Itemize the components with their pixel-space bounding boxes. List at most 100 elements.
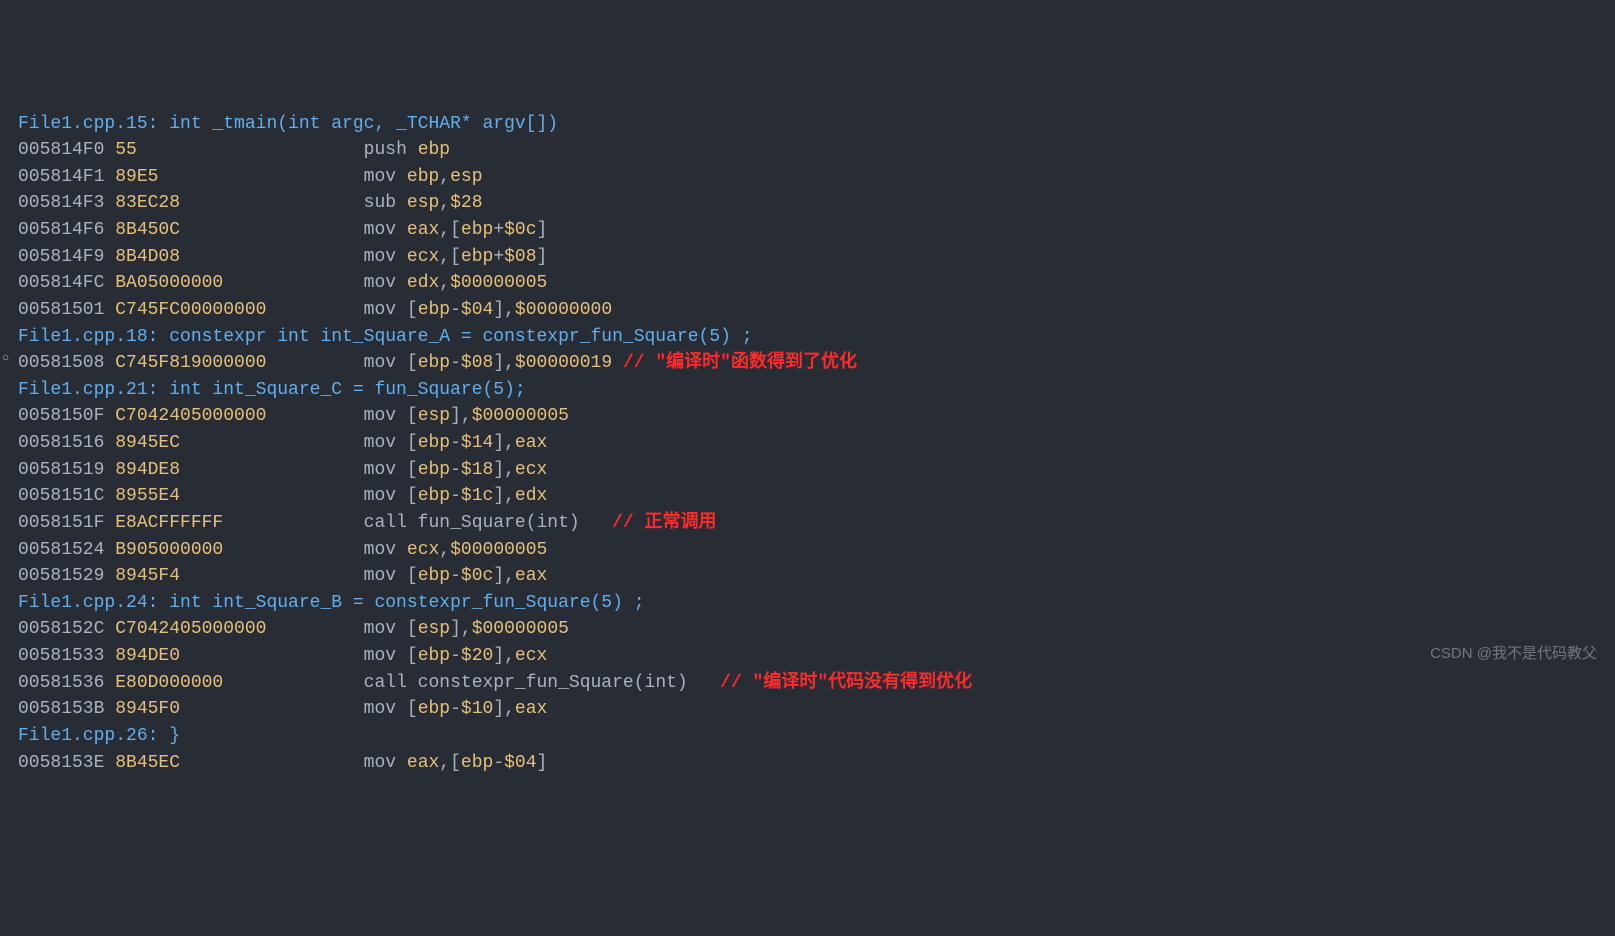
asm-line[interactable]: 00581533 894DE0 mov [ebp-$20],ecx [18,643,1615,670]
address: 00581524 [18,540,115,560]
asm-line[interactable]: 0058152C C7042405000000 mov [esp],$00000… [18,616,1615,643]
address: 00581519 [18,460,115,480]
hex-bytes: E8ACFFFFFF [115,513,363,533]
literal: $00000005 [450,273,547,293]
address: 005814F0 [18,140,115,160]
register: ebp [407,167,439,187]
asm-line[interactable]: 0058150F C7042405000000 mov [esp],$00000… [18,403,1615,430]
mnemonic: ,[ [439,220,461,240]
breakpoint-indicator-icon[interactable]: ○ [2,350,9,368]
asm-line[interactable]: 005814F1 89E5 mov ebp,esp [18,164,1615,191]
mnemonic: call constexpr_fun_Square(int) [364,673,688,693]
register: ecx [515,646,547,666]
source-text: File1.cpp.24: int int_Square_B = constex… [18,593,645,613]
asm-line[interactable]: 0058151F E8ACFFFFFF call fun_Square(int)… [18,510,1615,537]
asm-line[interactable]: 005814F3 83EC28 sub esp,$28 [18,190,1615,217]
mnemonic: ], [493,433,515,453]
literal: $04 [504,753,536,773]
asm-line[interactable]: 005814F0 55 push ebp [18,137,1615,164]
watermark-label: CSDN @我不是代码教父 [1430,643,1597,665]
hex-bytes: 8945F0 [115,699,363,719]
mnemonic: mov [364,220,407,240]
register: ebp [418,433,450,453]
mnemonic: - [493,753,504,773]
mnemonic: ], [493,646,515,666]
mnemonic: - [450,646,461,666]
address: 0058153B [18,699,115,719]
annotation-comment: // 正常调用 [580,513,717,533]
hex-bytes: C7042405000000 [115,619,363,639]
source-line[interactable]: File1.cpp.26: } [18,723,1615,750]
source-line[interactable]: File1.cpp.18: constexpr int int_Square_A… [18,324,1615,351]
asm-line[interactable]: ○00581508 C745F819000000 mov [ebp-$08],$… [18,350,1615,377]
asm-line[interactable]: 00581516 8945EC mov [ebp-$14],eax [18,430,1615,457]
asm-line[interactable]: 00581501 C745FC00000000 mov [ebp-$04],$0… [18,297,1615,324]
register: ebp [418,566,450,586]
register: ebp [418,140,450,160]
mnemonic: ], [493,460,515,480]
hex-bytes: C745F819000000 [115,353,363,373]
literal: $08 [504,247,536,267]
mnemonic: mov [364,540,407,560]
mnemonic: - [450,460,461,480]
source-text: File1.cpp.21: int int_Square_C = fun_Squ… [18,380,526,400]
hex-bytes: 894DE8 [115,460,363,480]
mnemonic: push [364,140,418,160]
mnemonic: - [450,300,461,320]
address: 00581529 [18,566,115,586]
mnemonic: + [493,220,504,240]
mnemonic: , [439,540,450,560]
asm-line[interactable]: 00581519 894DE8 mov [ebp-$18],ecx [18,457,1615,484]
mnemonic: mov [ [364,699,418,719]
mnemonic: , [439,193,450,213]
register: edx [515,486,547,506]
register: esp [407,193,439,213]
register: ecx [407,247,439,267]
register: ecx [515,460,547,480]
address: 0058151C [18,486,115,506]
source-text: File1.cpp.15: int _tmain(int argc, _TCHA… [18,114,558,134]
address: 0058152C [18,619,115,639]
mnemonic: - [450,433,461,453]
asm-line[interactable]: 00581536 E80D000000 call constexpr_fun_S… [18,670,1615,697]
hex-bytes: 55 [115,140,363,160]
asm-line[interactable]: 005814F9 8B4D08 mov ecx,[ebp+$08] [18,244,1615,271]
address: 005814F9 [18,247,115,267]
source-line[interactable]: File1.cpp.24: int int_Square_B = constex… [18,590,1615,617]
literal: $0c [504,220,536,240]
address: 005814F1 [18,167,115,187]
hex-bytes: 8B450C [115,220,363,240]
register: esp [450,167,482,187]
literal: $00000019 [515,353,612,373]
asm-line[interactable]: 005814F6 8B450C mov eax,[ebp+$0c] [18,217,1615,244]
source-line[interactable]: File1.cpp.15: int _tmain(int argc, _TCHA… [18,111,1615,138]
mnemonic: ], [493,353,515,373]
asm-line[interactable]: 00581529 8945F4 mov [ebp-$0c],eax [18,563,1615,590]
asm-line[interactable]: 005814FC BA05000000 mov edx,$00000005 [18,270,1615,297]
mnemonic: , [439,273,450,293]
hex-bytes: 8955E4 [115,486,363,506]
literal: $00000005 [472,619,569,639]
mnemonic: ], [450,406,472,426]
mnemonic: ,[ [439,753,461,773]
asm-line[interactable]: 0058153E 8B45EC mov eax,[ebp-$04] [18,750,1615,777]
mnemonic: + [493,247,504,267]
address: 005814FC [18,273,115,293]
source-line[interactable]: File1.cpp.21: int int_Square_C = fun_Squ… [18,377,1615,404]
address: 005814F6 [18,220,115,240]
mnemonic: - [450,699,461,719]
mnemonic: mov [ [364,646,418,666]
asm-line[interactable]: 0058151C 8955E4 mov [ebp-$1c],edx [18,483,1615,510]
register: eax [515,433,547,453]
mnemonic: mov [364,753,407,773]
register: eax [407,220,439,240]
literal: $10 [461,699,493,719]
register: eax [515,699,547,719]
asm-line[interactable]: 00581524 B905000000 mov ecx,$00000005 [18,537,1615,564]
asm-line[interactable]: 0058153B 8945F0 mov [ebp-$10],eax [18,696,1615,723]
register: ebp [461,247,493,267]
literal: $00000005 [450,540,547,560]
address: 0058151F [18,513,115,533]
register: ebp [461,220,493,240]
disassembly-listing[interactable]: File1.cpp.15: int _tmain(int argc, _TCHA… [18,111,1615,777]
